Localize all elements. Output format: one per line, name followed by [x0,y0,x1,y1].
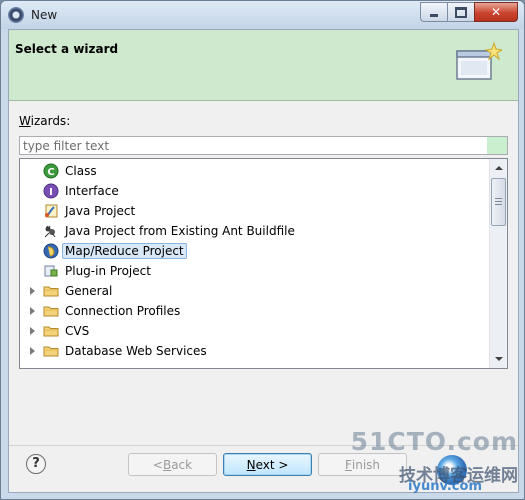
tree-item-label: Connection Profiles [65,304,181,318]
tree-item-label: Plug-in Project [65,264,151,278]
next-button[interactable]: Next > [223,453,312,476]
eclipse-icon [8,7,24,23]
close-button[interactable]: ✕ [474,2,518,22]
tree-item[interactable]: General [20,281,490,301]
folder-icon [43,323,59,339]
back-button[interactable]: < Back [128,453,217,476]
arrow-up-icon [494,166,503,170]
minimize-icon [430,14,438,17]
new-wizard-window: New ✕ Select a wizard Wizards: Database … [0,0,525,500]
dialog-body: Select a wizard Wizards: Database Web Se… [8,29,519,493]
java-project-icon [43,203,59,219]
tree-scrollbar[interactable] [489,159,507,368]
expand-arrow-icon[interactable] [30,287,35,295]
tree-item-label: Database Web Services [65,344,207,358]
tree-item-label: Java Project from Existing Ant Buildfile [65,224,295,238]
tree-item[interactable]: Plug-in Project [20,261,490,281]
maximize-icon [455,6,467,18]
wizard-tree[interactable]: Database Web Services CVS Connection Profi… [19,158,508,369]
tree-item-label: CVS [65,324,90,338]
tree-item[interactable]: Database Web Services [20,341,490,361]
ant-icon [43,223,59,239]
maximize-button[interactable] [447,2,475,22]
close-icon: ✕ [490,5,502,19]
finish-button[interactable]: Finish [318,453,407,476]
window-controls: ✕ [420,2,518,22]
window-title: New [31,8,58,22]
tree-item-label: General [65,284,113,298]
svg-text:I: I [49,187,53,198]
tree-item[interactable]: Connection Profiles [20,301,490,321]
expand-arrow-icon[interactable] [30,347,35,355]
tree-item-label: Java Project [65,204,136,218]
tree-item[interactable]: C Class [20,161,490,181]
tree-item-label: Interface [65,184,119,198]
expand-arrow-icon[interactable] [30,327,35,335]
arrow-down-icon [494,357,503,361]
minimize-button[interactable] [420,2,448,22]
banner-title: Select a wizard [15,42,119,56]
folder-icon [43,303,59,319]
mapreduce-elephant-icon [43,243,59,259]
title-bar[interactable]: New ✕ [1,1,524,29]
filter-field[interactable] [19,136,508,155]
interface-icon: I [43,183,59,199]
help-icon[interactable]: ? [26,454,46,474]
plugin-project-icon [43,263,59,279]
expand-arrow-icon[interactable] [30,307,35,315]
tree-item-label: Map/Reduce Project [62,243,187,259]
tree-item-label: Class [65,164,97,178]
scroll-down-button[interactable] [491,351,506,367]
button-bar-separator [9,445,518,446]
filter-input[interactable] [20,137,486,154]
filter-clear-icon[interactable] [487,137,507,154]
tree-item[interactable]: Java Project [20,201,490,221]
scroll-thumb[interactable] [491,178,506,226]
wizard-banner: Select a wizard [9,30,518,101]
scroll-up-button[interactable] [491,160,506,176]
new-wizard-icon [456,41,502,80]
tree-item[interactable]: Java Project from Existing Ant Buildfile [20,221,490,241]
tree-item[interactable]: Map/Reduce Project [20,241,490,261]
folder-icon [43,283,59,299]
folder-icon [43,343,59,359]
class-icon: C [43,163,59,179]
svg-text:C: C [47,167,54,178]
tree-item[interactable]: I Interface [20,181,490,201]
wizards-label: Wizards: [19,114,71,128]
tree-item[interactable]: CVS [20,321,490,341]
